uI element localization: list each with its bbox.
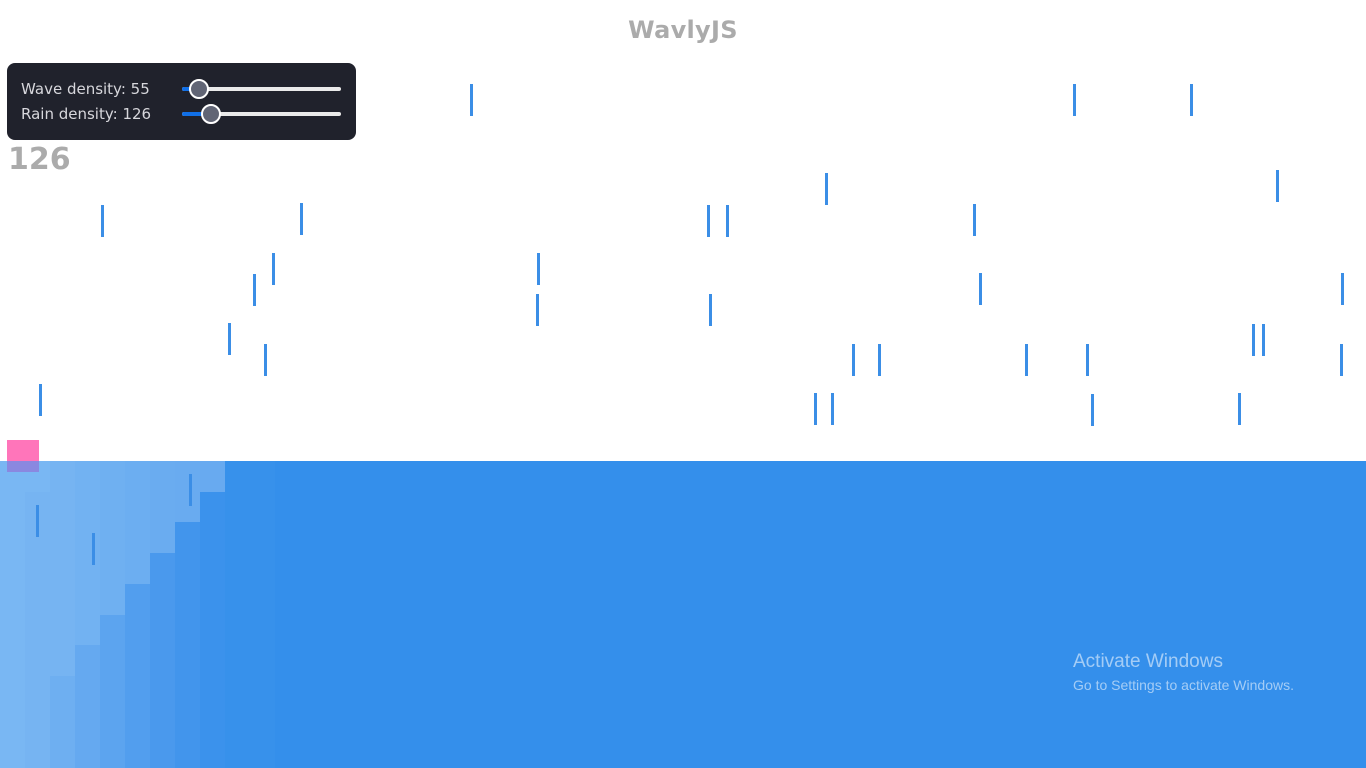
rain-drop — [537, 253, 540, 285]
player-block-submerged — [7, 461, 39, 472]
windows-watermark: Activate Windows Go to Settings to activ… — [1073, 651, 1294, 695]
rain-drop — [979, 273, 982, 305]
wave-step — [75, 645, 100, 768]
watermark-subtitle: Go to Settings to activate Windows. — [1073, 677, 1294, 693]
rain-drop — [300, 203, 303, 235]
rain-slider-thumb[interactable] — [200, 104, 221, 124]
water-body — [0, 461, 1366, 768]
wave-step — [50, 461, 75, 676]
rain-drop — [1238, 393, 1241, 425]
rain-drop — [536, 294, 539, 326]
wave-step — [75, 461, 100, 645]
rain-drop — [1340, 344, 1343, 376]
drop-counter: 126 — [8, 142, 71, 177]
rain-drop — [1252, 324, 1255, 356]
rain-drop — [814, 393, 817, 425]
wave-step — [150, 553, 175, 768]
rain-drop — [272, 253, 275, 285]
wave-slider-thumb[interactable] — [189, 79, 210, 99]
rain-drop — [36, 505, 39, 537]
rain-drop — [709, 294, 712, 326]
rain-drop — [1025, 344, 1028, 376]
watermark-title: Activate Windows — [1073, 651, 1223, 672]
rain-drop — [470, 84, 473, 116]
wave-step — [150, 461, 175, 553]
wave-density-slider[interactable] — [182, 79, 341, 99]
rain-drop — [1073, 84, 1076, 116]
rain-drop — [92, 533, 95, 565]
wave-step — [175, 522, 200, 768]
rain-drop — [726, 205, 729, 237]
wave-step — [200, 461, 225, 492]
wave-step — [125, 584, 150, 768]
wave-step — [100, 461, 125, 615]
rain-drop — [1341, 273, 1344, 305]
rain-drop — [1091, 394, 1094, 426]
wave-density-label: Wave density: 55 — [21, 80, 150, 98]
wave-step — [175, 461, 200, 522]
wave-step — [225, 461, 275, 768]
rain-drop — [1276, 170, 1279, 202]
wave-step — [125, 461, 150, 584]
rain-density-row: Rain density: 126 — [21, 104, 341, 124]
rain-drop — [1262, 324, 1265, 356]
rain-drop — [973, 204, 976, 236]
rain-drop — [852, 344, 855, 376]
rain-density-slider[interactable] — [182, 104, 341, 124]
rain-drop — [39, 384, 42, 416]
game-canvas[interactable]: WavlyJS Wave density: 55 Rain density: 1… — [0, 0, 1366, 768]
rain-drop — [707, 205, 710, 237]
wave-step — [0, 461, 25, 768]
wave-step — [200, 492, 225, 768]
rain-drop — [101, 205, 104, 237]
rain-drop — [1190, 84, 1193, 116]
controls-panel: Wave density: 55 Rain density: 126 — [7, 63, 356, 140]
app-title: WavlyJS — [628, 16, 738, 44]
rain-drop — [878, 344, 881, 376]
rain-density-label: Rain density: 126 — [21, 105, 152, 123]
rain-drop — [253, 274, 256, 306]
wave-step — [100, 615, 125, 768]
rain-drop — [825, 173, 828, 205]
rain-drop — [228, 323, 231, 355]
wave-step — [50, 676, 75, 768]
wave-density-row: Wave density: 55 — [21, 79, 341, 99]
rain-drop — [831, 393, 834, 425]
rain-drop — [189, 474, 192, 506]
rain-drop — [264, 344, 267, 376]
rain-drop — [1086, 344, 1089, 376]
